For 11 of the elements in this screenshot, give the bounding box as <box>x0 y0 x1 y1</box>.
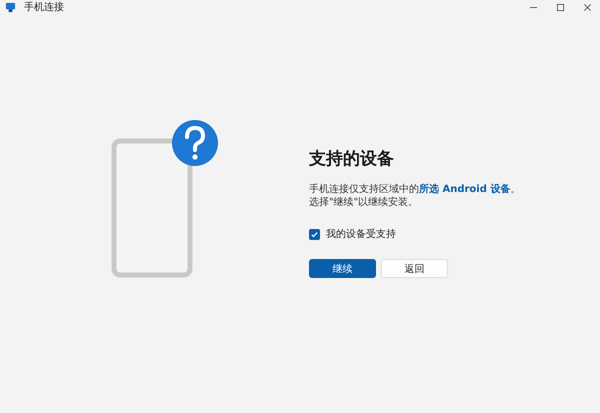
checkbox-label: 我的设备受支持 <box>326 228 396 241</box>
back-button[interactable]: 返回 <box>381 259 448 278</box>
supported-devices-link[interactable]: 所选 Android 设备 <box>419 184 510 195</box>
description-text: 手机连接仅支持区域中的所选 Android 设备。 选择"继续"以继续安装。 <box>309 183 520 209</box>
continue-button[interactable]: 继续 <box>309 259 376 278</box>
maximize-icon[interactable] <box>556 2 565 12</box>
window-title: 手机连接 <box>24 0 64 14</box>
checkbox[interactable] <box>309 228 320 240</box>
heading: 支持的设备 <box>309 148 395 170</box>
close-icon[interactable] <box>583 2 592 12</box>
app-icon <box>5 2 16 12</box>
